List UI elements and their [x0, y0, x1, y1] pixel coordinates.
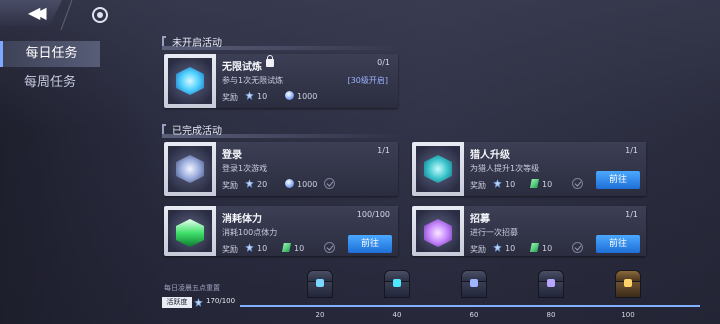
chest-gem-icon: [624, 279, 632, 287]
task-description: 进行一次招募: [470, 228, 518, 237]
task-title: 消耗体力: [222, 214, 262, 225]
activity-label: 活跃度: [162, 297, 192, 308]
stamina-potion-icon: [176, 219, 204, 247]
completed-check-icon: [324, 178, 335, 189]
reward-chest-60[interactable]: [461, 270, 487, 300]
reward-value-2: 10: [542, 180, 553, 189]
completed-check-icon: [572, 178, 583, 189]
tab-daily-tasks[interactable]: 每日任务: [0, 41, 100, 67]
reward-value-1: 20: [257, 180, 268, 189]
chest-gem-icon: [547, 279, 555, 287]
reward-value-1: 10: [257, 92, 268, 101]
go-button[interactable]: 前往: [596, 171, 640, 189]
chest-gem-icon: [470, 279, 478, 287]
chest-threshold: 80: [546, 311, 556, 319]
chest-gem-icon: [393, 279, 401, 287]
reward-label: 奖励: [470, 181, 486, 190]
task-title: 招募: [470, 214, 490, 225]
task-description: 消耗100点体力: [222, 228, 278, 237]
task-icon-frame: [416, 210, 460, 252]
card-book-icon: [424, 155, 452, 183]
task-card-stamina[interactable]: 消耗体力 100/100 消耗100点体力 奖励 10 10 前往: [164, 206, 398, 256]
reward-value-2: 10: [294, 244, 305, 253]
go-button[interactable]: 前往: [596, 235, 640, 253]
task-title: 登录: [222, 150, 242, 161]
home-button[interactable]: [92, 7, 108, 23]
exp-orb-icon: [285, 91, 294, 100]
top-bar: ◀◀: [0, 0, 720, 30]
reward-chest-100[interactable]: [615, 270, 641, 300]
task-card-hunter-upgrade[interactable]: 猎人升级 1/1 为猎人提升1次等级 奖励 10 10 前往: [412, 142, 646, 196]
task-icon-frame: [416, 146, 460, 192]
chest-threshold: 20: [315, 311, 325, 319]
chest-gem-icon: [316, 279, 324, 287]
top-divider: [60, 0, 73, 30]
task-icon-frame: [168, 210, 212, 252]
reward-chest-20[interactable]: [307, 270, 333, 300]
tab-weekly-tasks[interactable]: 每周任务: [0, 70, 100, 96]
reward-value-2: 1000: [297, 92, 318, 101]
chest-threshold: 40: [392, 311, 402, 319]
section-title: 未开启活动: [172, 38, 222, 49]
task-card-login[interactable]: 登录 1/1 登录1次游戏 奖励 20 1000: [164, 142, 398, 196]
back-arrow-icon: ◀◀: [28, 3, 46, 22]
completed-check-icon: [324, 242, 335, 253]
reward-value-1: 10: [505, 180, 516, 189]
task-progress: 1/1: [625, 146, 638, 155]
task-card-infinite-trial[interactable]: 无限试炼 0/1 参与1次无限试炼 [30级开启] 奖励 10 1000: [164, 54, 398, 108]
recruit-icon: [424, 219, 452, 247]
daily-reset-note: 每日凌晨五点重置: [164, 284, 220, 292]
task-progress: 100/100: [356, 210, 390, 219]
task-card-recruit[interactable]: 招募 1/1 进行一次招募 奖励 10 10 前往: [412, 206, 646, 256]
task-progress: 1/1: [625, 210, 638, 219]
diamond-icon: [176, 67, 204, 95]
task-description: 为猎人提升1次等级: [470, 164, 540, 173]
task-description: 登录1次游戏: [222, 164, 268, 173]
completed-check-icon: [572, 242, 583, 253]
reward-value-2: 10: [542, 244, 553, 253]
reward-chest-40[interactable]: [384, 270, 410, 300]
reward-value-2: 1000: [297, 180, 318, 189]
star-emblem-icon: [176, 155, 204, 183]
activity-progress-fill: [240, 305, 700, 307]
back-button[interactable]: ◀◀: [0, 0, 62, 26]
exp-orb-icon: [285, 179, 294, 188]
chest-threshold: 60: [469, 311, 479, 319]
reward-value-1: 10: [257, 244, 268, 253]
reward-label: 奖励: [222, 93, 238, 102]
chest-threshold: 100: [621, 311, 635, 319]
task-title: 猎人升级: [470, 150, 510, 161]
activity-value: 170/100: [206, 297, 236, 305]
level-requirement-tag: [30级开启]: [347, 76, 388, 85]
task-icon-frame: [168, 146, 212, 192]
reward-label: 奖励: [222, 245, 238, 254]
lock-icon: [266, 55, 274, 67]
task-icon-frame: [168, 58, 212, 104]
reward-label: 奖励: [470, 245, 486, 254]
go-button[interactable]: 前往: [348, 235, 392, 253]
task-progress: 1/1: [377, 146, 390, 155]
task-progress: 0/1: [377, 58, 390, 67]
reward-chest-80[interactable]: [538, 270, 564, 300]
section-title: 已完成活动: [172, 126, 222, 137]
task-title: 无限试炼: [222, 62, 262, 73]
reward-value-1: 10: [505, 244, 516, 253]
reward-label: 奖励: [222, 181, 238, 190]
task-description: 参与1次无限试炼: [222, 76, 284, 85]
